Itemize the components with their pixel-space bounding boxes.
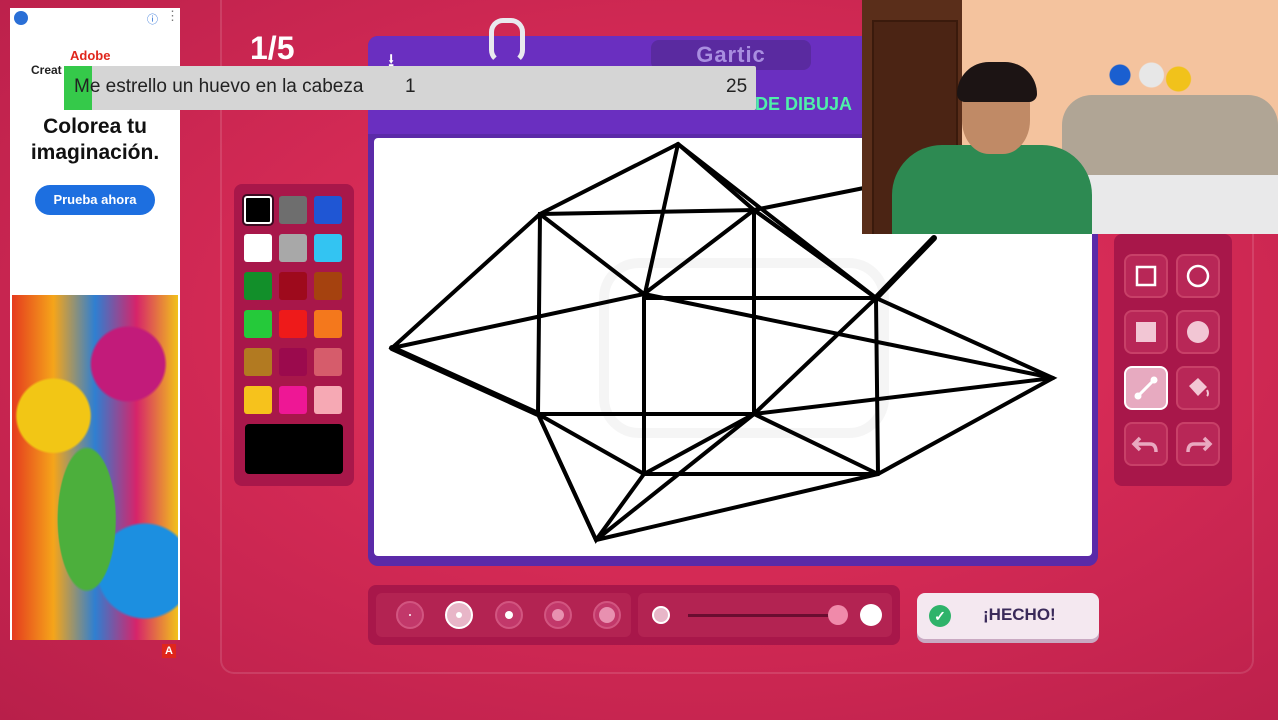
size-dot (552, 609, 564, 621)
color-swatch-red[interactable] (279, 310, 307, 338)
ad-banner[interactable]: ⓘ ⋮ Adobe Creat Colorea tu imaginación. … (10, 8, 180, 294)
task-title: DE DIBUJA (755, 94, 853, 114)
opacity-handle[interactable] (828, 605, 848, 625)
overlay-value-1: 1 (405, 76, 416, 97)
brush-size-2[interactable] (445, 601, 473, 629)
stroke (536, 412, 880, 542)
opacity-min-icon (652, 606, 670, 624)
redo-tool[interactable] (1176, 422, 1220, 466)
ad-headline-line1: Colorea tu (43, 115, 147, 138)
size-dot (505, 611, 513, 619)
done-button[interactable]: ✓ ¡HECHO! (917, 593, 1099, 639)
color-swatch-magenta[interactable] (279, 386, 307, 414)
size-dot (599, 607, 615, 623)
color-swatch-dark-red[interactable] (279, 272, 307, 300)
color-swatch-blue[interactable] (314, 196, 342, 224)
color-swatch-rose[interactable] (314, 348, 342, 376)
fill-bucket-tool[interactable] (1176, 366, 1220, 410)
line-tool[interactable] (1124, 366, 1168, 410)
opacity-max-icon (860, 604, 882, 626)
webcam-overlay (862, 0, 1278, 234)
color-swatch-cyan[interactable] (314, 234, 342, 262)
undo-icon (1131, 436, 1158, 453)
size-dot (456, 612, 462, 618)
ad-brand-line2: Creat (31, 63, 62, 77)
brush-size-5[interactable] (593, 601, 621, 629)
ad-frog-image[interactable] (12, 295, 178, 640)
color-swatch-dark-green[interactable] (244, 272, 272, 300)
check-icon: ✓ (929, 605, 951, 627)
brush-size-3[interactable] (495, 601, 523, 629)
color-swatch-orange[interactable] (314, 310, 342, 338)
stream-overlay-bar: Me estrello un huevo en la cabeza 1 25 (64, 66, 756, 110)
square-filled-icon (1136, 322, 1156, 342)
ad-brand: Adobe (70, 48, 111, 63)
webcam-person-body (892, 145, 1092, 234)
brush-size-group (376, 593, 631, 637)
hook-icon (489, 18, 525, 64)
color-swatch-ochre[interactable] (244, 348, 272, 376)
opacity-track[interactable] (688, 614, 838, 617)
ad-cta-button[interactable]: Prueba ahora (35, 185, 155, 215)
webcam-toys (1102, 55, 1192, 95)
ad-menu-icon[interactable]: ⋮ (166, 8, 179, 24)
rectangle-fill-tool[interactable] (1124, 310, 1168, 354)
brush-size-4[interactable] (544, 601, 572, 629)
brush-size-1[interactable] (396, 601, 424, 629)
ad-headline: Colorea tu imaginación. (10, 114, 180, 166)
webcam-person-hair (957, 62, 1037, 102)
rectangle-outline-tool[interactable] (1124, 254, 1168, 298)
color-swatch-green[interactable] (244, 310, 272, 338)
done-label: ¡HECHO! (983, 605, 1056, 624)
brush-controls (368, 585, 900, 645)
square-outline-icon (1135, 265, 1157, 287)
color-swatch-white[interactable] (244, 234, 272, 262)
color-swatch-yellow[interactable] (244, 386, 272, 414)
circle-filled-icon (1187, 321, 1209, 343)
color-swatch-light-gray[interactable] (279, 234, 307, 262)
paint-bucket-icon (1189, 378, 1209, 397)
color-swatch-pink[interactable] (314, 386, 342, 414)
stroke (389, 235, 937, 417)
opacity-slider[interactable] (638, 593, 892, 637)
color-swatch-gray[interactable] (279, 196, 307, 224)
current-color-preview[interactable] (245, 424, 343, 474)
color-swatch-brown[interactable] (314, 272, 342, 300)
round-counter: 1/5 (250, 30, 295, 66)
circle-outline-icon (1186, 264, 1210, 288)
line-icon (1134, 376, 1158, 400)
overlay-value-2: 25 (726, 76, 748, 97)
color-palette (234, 184, 354, 486)
tool-panel (1114, 234, 1232, 486)
ellipse-outline-tool[interactable] (1176, 254, 1220, 298)
ad-headline-line2: imaginación. (30, 141, 160, 164)
ad-info-icon[interactable]: ⓘ (147, 11, 158, 27)
color-swatch-black[interactable] (244, 196, 272, 224)
overlay-phrase: Me estrello un huevo en la cabeza (74, 76, 364, 97)
ad-badge[interactable]: A (162, 644, 176, 658)
color-swatch-maroon[interactable] (279, 348, 307, 376)
ellipse-fill-tool[interactable] (1176, 310, 1220, 354)
stroke (642, 296, 880, 476)
redo-icon (1186, 436, 1213, 453)
size-dot (409, 614, 411, 616)
undo-tool[interactable] (1124, 422, 1168, 466)
ad-choices-icon[interactable] (14, 11, 28, 25)
